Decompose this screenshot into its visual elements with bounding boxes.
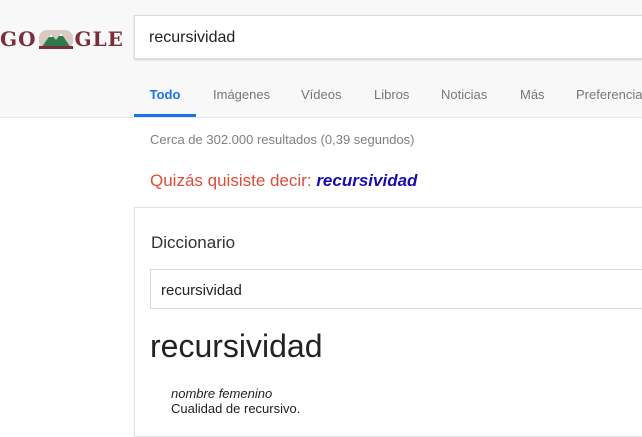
result-stats: Cerca de 302.000 resultados (0,39 segund… — [150, 132, 415, 147]
tab-libros[interactable]: Libros — [374, 73, 409, 117]
tab-videos[interactable]: Vídeos — [301, 73, 341, 117]
dictionary-card: Diccionario recursividad nombre femenino… — [134, 207, 642, 437]
tab-mas[interactable]: Más — [520, 73, 545, 117]
did-you-mean-label: Quizás quisiste decir: — [150, 171, 312, 190]
search-box[interactable] — [134, 15, 642, 59]
dictionary-headword: recursividad — [150, 328, 323, 364]
google-doodle-logo[interactable]: GO GLE — [0, 24, 123, 54]
active-tab-indicator — [134, 114, 196, 117]
tab-preferencias[interactable]: Preferencias — [576, 73, 642, 117]
tab-todo[interactable]: Todo — [134, 73, 196, 117]
definition-text: Cualidad de recursivo. — [171, 401, 301, 416]
tab-label: Libros — [374, 87, 410, 102]
part-of-speech: nombre femenino — [171, 386, 273, 401]
tab-label: Más — [520, 87, 545, 102]
tab-imagenes[interactable]: Imágenes — [213, 73, 270, 117]
dictionary-search-box[interactable] — [150, 269, 642, 309]
dictionary-title: Diccionario — [151, 233, 236, 252]
search-header: GO GLE Todo Imágenes Vídeos Libros — [0, 0, 642, 118]
tab-label: Noticias — [441, 87, 488, 102]
did-you-mean: Quizás quisiste decir: recursividad — [150, 171, 417, 191]
logo-text-left: GO — [0, 27, 37, 51]
dictionary-search-input[interactable] — [161, 280, 641, 300]
search-input[interactable] — [149, 27, 629, 49]
did-you-mean-link[interactable]: recursividad — [316, 171, 417, 190]
tab-label: Todo — [149, 87, 181, 102]
tab-noticias[interactable]: Noticias — [441, 73, 487, 117]
mountain-doodle-icon — [38, 28, 73, 50]
tab-label: Imágenes — [213, 87, 271, 102]
tab-label: Preferencias — [576, 87, 642, 102]
tab-label: Vídeos — [301, 87, 342, 102]
logo-text-right: GLE — [74, 27, 124, 51]
